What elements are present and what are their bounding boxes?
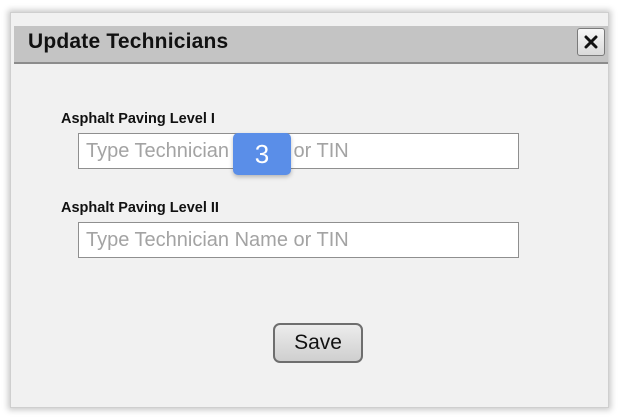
dialog-titlebar: Update Technicians xyxy=(14,26,608,64)
asphalt-paving-level-1-input[interactable] xyxy=(78,133,519,169)
asphalt-paving-level-2-input[interactable] xyxy=(78,222,519,258)
asphalt-paving-level-1-label: Asphalt Paving Level I xyxy=(61,111,215,127)
save-button[interactable]: Save xyxy=(273,323,363,363)
asphalt-paving-level-2-label: Asphalt Paving Level II xyxy=(61,200,219,216)
close-button[interactable] xyxy=(577,28,605,56)
dialog-title: Update Technicians xyxy=(28,30,229,53)
step-number-badge: 3 xyxy=(233,133,291,175)
close-icon xyxy=(584,35,598,49)
